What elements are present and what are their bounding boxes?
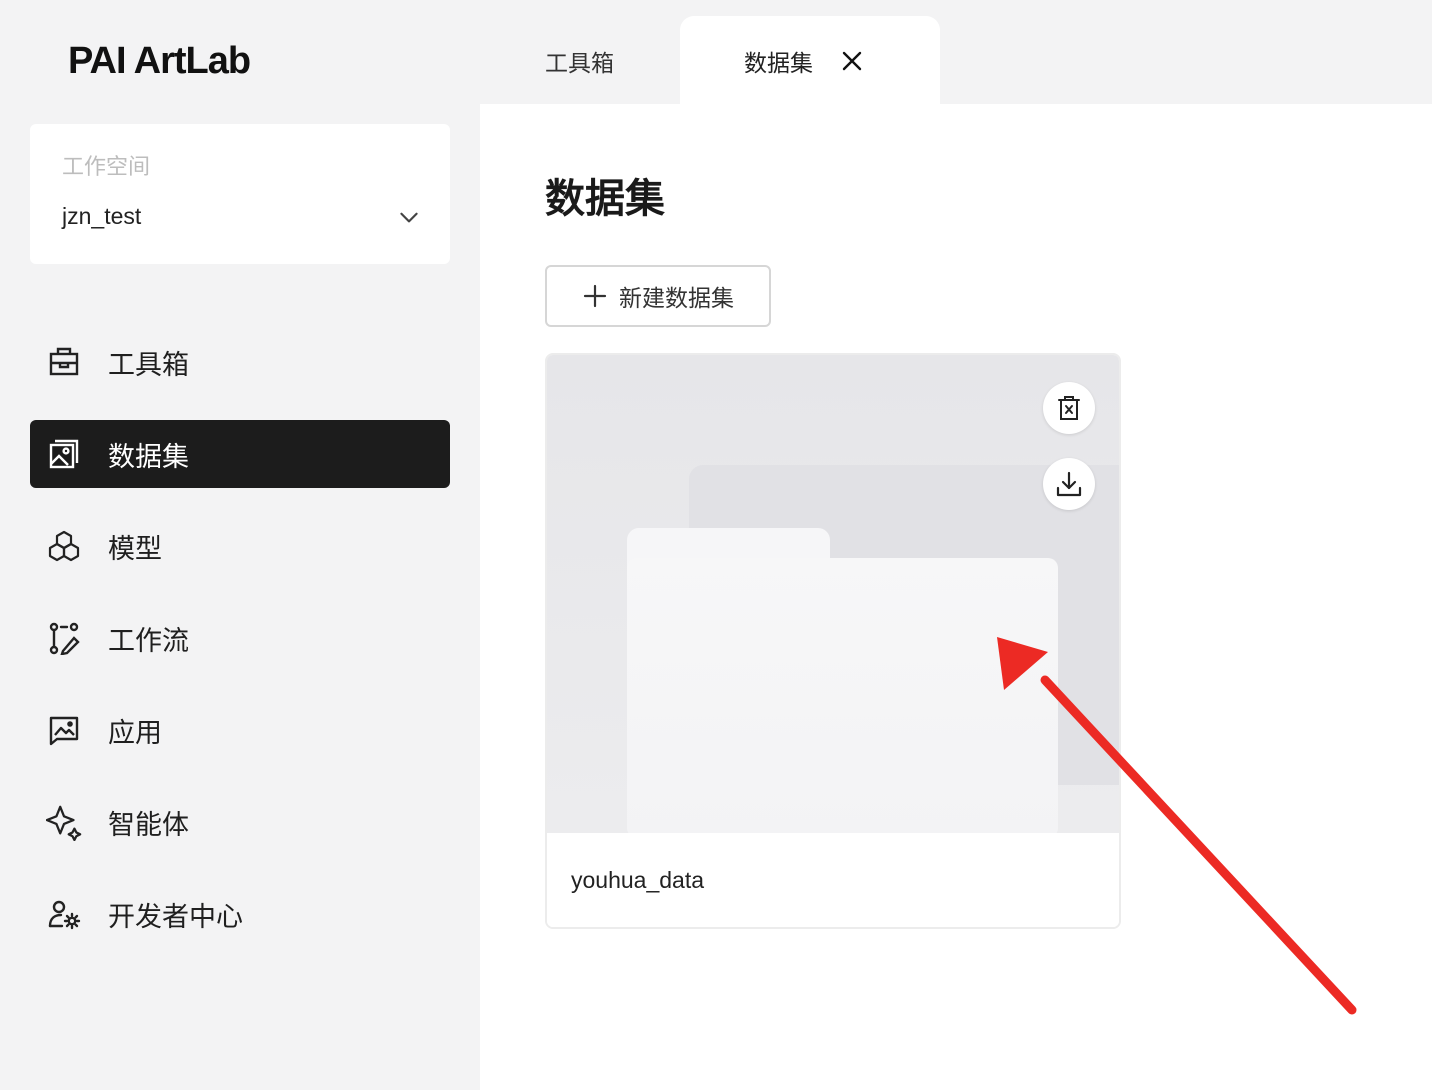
workspace-label: 工作空间 [62, 154, 151, 179]
download-icon [1056, 471, 1082, 497]
toolbox-icon [46, 344, 82, 380]
workflow-icon [46, 620, 82, 656]
new-dataset-button[interactable]: 新建数据集 [545, 265, 771, 327]
dataset-card[interactable]: youhua_data [545, 353, 1121, 929]
dataset-thumbnail [547, 355, 1119, 838]
tab-label: 数据集 [744, 50, 813, 76]
sidebar-item-label: 数据集 [108, 441, 189, 472]
tab-dataset[interactable]: 数据集 [680, 16, 940, 106]
sidebar-item-label: 模型 [108, 533, 162, 564]
dataset-name[interactable]: youhua_data [571, 867, 704, 894]
sidebar-item-label: 工作流 [108, 625, 189, 656]
page-title: 数据集 [545, 177, 665, 221]
sidebar-item-workflow[interactable]: 工作流 [30, 604, 450, 672]
delete-icon [1058, 396, 1080, 420]
workspace-value[interactable]: jzn_test [62, 203, 141, 230]
sidebar-item-model[interactable]: 模型 [30, 512, 450, 580]
app-gallery-icon [46, 712, 82, 748]
sidebar-item-label: 智能体 [108, 809, 189, 840]
folder-icon [627, 558, 1058, 838]
sidebar-item-agent[interactable]: 智能体 [30, 788, 450, 856]
sidebar-item-label: 应用 [108, 717, 162, 748]
dataset-image-icon [46, 436, 82, 472]
dataset-card-footer: youhua_data [547, 833, 1119, 927]
delete-button[interactable] [1043, 382, 1095, 434]
app-logo: PAI ArtLab [68, 40, 251, 82]
sidebar-item-label: 工具箱 [108, 349, 189, 380]
chevron-down-icon[interactable] [396, 204, 422, 230]
tab-toolbox[interactable]: 工具箱 [545, 44, 614, 78]
sidebar-item-developer[interactable]: 开发者中心 [30, 880, 450, 948]
sidebar-item-dataset[interactable]: 数据集 [30, 420, 450, 488]
plus-icon [583, 284, 607, 308]
developer-user-gear-icon [46, 896, 82, 932]
workspace-selector[interactable]: 工作空间 jzn_test [30, 124, 450, 264]
sidebar-item-app[interactable]: 应用 [30, 696, 450, 764]
close-icon[interactable] [840, 49, 864, 73]
sidebar-item-label: 开发者中心 [108, 901, 243, 932]
new-dataset-label: 新建数据集 [619, 285, 734, 311]
download-button[interactable] [1043, 458, 1095, 510]
model-cubes-icon [46, 528, 82, 564]
sparkle-agent-icon [46, 804, 82, 841]
sidebar-item-toolbox[interactable]: 工具箱 [30, 328, 450, 396]
